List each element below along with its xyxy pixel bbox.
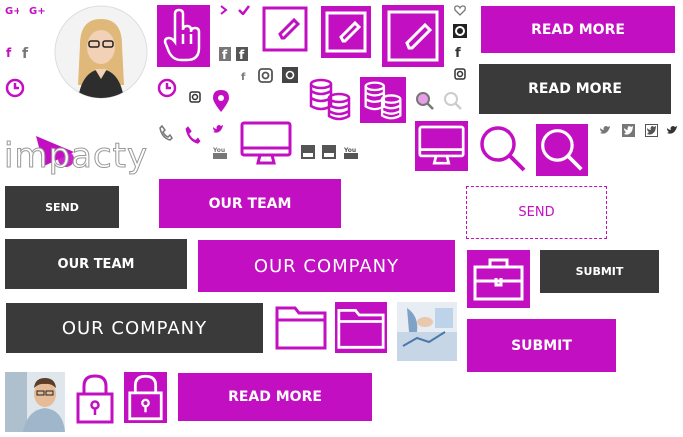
twitter-icon[interactable] <box>599 125 611 135</box>
clock-icon <box>157 78 177 98</box>
folder-icon[interactable] <box>275 302 327 350</box>
search-tile[interactable] <box>536 124 588 176</box>
svg-text:f: f <box>222 48 228 61</box>
monitor-icon <box>418 124 465 168</box>
twitter-icon[interactable] <box>645 124 658 137</box>
twitter-icon[interactable] <box>622 124 635 137</box>
facebook-square-icon[interactable]: f <box>236 47 248 61</box>
our-company-button[interactable]: OUR COMPANY <box>198 240 455 292</box>
svg-text:f: f <box>455 46 461 58</box>
monitor-tile[interactable] <box>415 121 468 171</box>
check-icon <box>238 5 250 15</box>
google-plus-icon[interactable]: G+ <box>5 4 19 16</box>
chevron-right-icon[interactable] <box>219 4 229 16</box>
search-icon[interactable] <box>443 91 463 111</box>
search-icon <box>539 127 585 173</box>
facebook-square-icon[interactable]: f <box>219 47 231 61</box>
instagram-icon[interactable] <box>189 91 201 103</box>
submit-button[interactable]: SUBMIT <box>540 250 659 293</box>
coins-tile <box>360 77 406 123</box>
youtube-icon[interactable] <box>301 145 315 159</box>
avatar <box>54 5 148 99</box>
facebook-icon[interactable]: f <box>455 45 463 58</box>
phone-icon[interactable] <box>159 125 173 141</box>
svg-text:f: f <box>241 72 246 81</box>
coins-icon <box>307 76 353 122</box>
edit-tile[interactable] <box>321 6 371 58</box>
svg-text:G+: G+ <box>29 6 45 16</box>
read-more-button[interactable]: READ MORE <box>479 64 671 114</box>
play-icon[interactable] <box>453 24 467 38</box>
edit-icon <box>325 11 367 53</box>
svg-text:f: f <box>22 46 29 60</box>
hand-pointer-icon <box>163 8 205 64</box>
clock-icon <box>5 78 25 98</box>
submit-button[interactable]: SUBMIT <box>467 319 616 372</box>
facebook-icon[interactable]: f <box>6 46 14 58</box>
monitor-icon[interactable] <box>240 121 292 167</box>
map-marker-icon <box>211 89 231 113</box>
hand-pointer-tile <box>157 5 210 67</box>
folder-icon <box>337 304 385 350</box>
business-photo <box>397 302 457 361</box>
logo: impacty <box>3 132 154 180</box>
youtube-icon[interactable]: You <box>213 145 227 159</box>
edit-icon <box>387 10 439 62</box>
twitter-icon[interactable] <box>212 124 224 134</box>
heart-icon[interactable] <box>454 5 466 16</box>
instagram-icon[interactable] <box>454 68 466 80</box>
send-button[interactable]: SEND <box>5 186 119 228</box>
twitter-icon[interactable] <box>666 125 678 135</box>
youtube-icon[interactable]: You <box>344 145 358 159</box>
lock-icon[interactable] <box>75 374 115 424</box>
lock-tile[interactable] <box>124 372 167 423</box>
svg-text:You: You <box>213 147 225 154</box>
edit-icon[interactable] <box>262 6 308 52</box>
svg-text:You: You <box>344 147 356 154</box>
briefcase-tile[interactable] <box>467 250 530 308</box>
folder-tile[interactable] <box>335 302 387 353</box>
our-team-button[interactable]: OUR TEAM <box>159 179 341 228</box>
send-button[interactable]: SEND <box>466 186 607 239</box>
our-team-button[interactable]: OUR TEAM <box>5 239 187 289</box>
svg-text:f: f <box>239 48 245 61</box>
read-more-button[interactable]: READ MORE <box>178 373 372 421</box>
svg-text:G+: G+ <box>5 6 19 16</box>
lock-icon <box>127 373 164 422</box>
youtube-icon[interactable] <box>322 145 336 159</box>
search-icon[interactable] <box>415 91 435 111</box>
svg-text:f: f <box>6 46 12 58</box>
edit-tile-large[interactable] <box>382 5 444 67</box>
coins-icon <box>362 79 404 121</box>
phone-icon[interactable] <box>184 125 202 145</box>
read-more-button[interactable]: READ MORE <box>481 6 675 53</box>
search-icon[interactable] <box>478 124 528 174</box>
instagram-icon[interactable] <box>258 68 273 83</box>
instagram-icon[interactable] <box>282 67 298 83</box>
man-photo <box>5 372 65 432</box>
facebook-icon[interactable]: f <box>241 70 249 81</box>
google-plus-icon[interactable]: G+ <box>29 4 45 16</box>
logo-text: impacty <box>3 136 149 177</box>
our-company-button[interactable]: OUR COMPANY <box>6 303 263 353</box>
briefcase-icon <box>472 255 525 303</box>
facebook-icon[interactable]: f <box>22 46 32 60</box>
